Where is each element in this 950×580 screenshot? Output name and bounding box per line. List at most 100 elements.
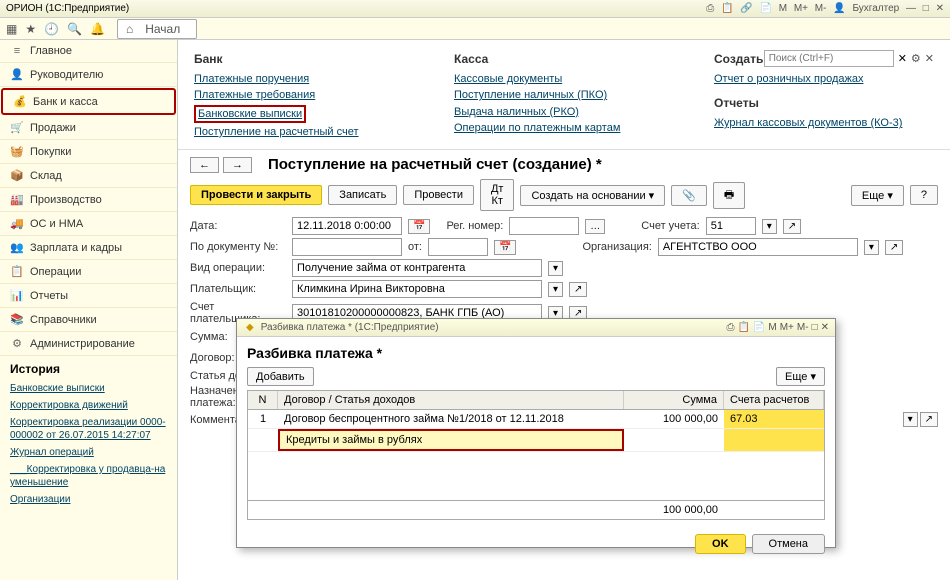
calendar-icon[interactable]: 📅	[408, 219, 430, 234]
sidebar-item[interactable]: 📊Отчеты	[0, 284, 177, 308]
write-button[interactable]: Записать	[328, 185, 397, 205]
maximize-icon[interactable]: □	[923, 3, 929, 14]
apps-icon[interactable]: ▦	[6, 22, 17, 36]
sidebar-item[interactable]: 🏭Производство	[0, 188, 177, 212]
nav-link-statements[interactable]: Банковские выписки	[194, 105, 306, 123]
nav-link[interactable]: Журнал кассовых документов (КО-3)	[714, 116, 934, 130]
close-icon[interactable]: ✕	[821, 322, 829, 333]
icon[interactable]: M+	[794, 3, 808, 14]
sidebar-item[interactable]: 👥Зарплата и кадры	[0, 236, 177, 260]
restore-icon[interactable]: □	[812, 322, 818, 333]
payer-input[interactable]	[292, 280, 542, 298]
sidebar-item[interactable]: ≡Главное	[0, 40, 177, 63]
clear-icon[interactable]: ✕	[898, 52, 907, 65]
nav-link[interactable]: Кассовые документы	[454, 72, 674, 86]
icon[interactable]: M	[779, 3, 787, 14]
calendar-icon[interactable]: 📅	[494, 240, 516, 255]
dots-button[interactable]: …	[585, 219, 605, 234]
dots-button[interactable]: ▾	[864, 240, 879, 255]
sidebar-item-bank[interactable]: 💰Банк и касса	[1, 88, 176, 115]
op-type-input[interactable]	[292, 259, 542, 277]
nav-link[interactable]: Операции по платежным картам	[454, 121, 674, 135]
sidebar-item[interactable]: 📚Справочники	[0, 308, 177, 332]
org-input[interactable]	[658, 238, 858, 256]
open-button[interactable]: ↗	[569, 282, 587, 297]
minimize-icon[interactable]: —	[906, 3, 916, 14]
help-button[interactable]: ?	[910, 185, 938, 205]
icon[interactable]: ⎙	[706, 3, 714, 14]
doc-no-input[interactable]	[292, 238, 402, 256]
reg-input[interactable]	[509, 217, 579, 235]
icon[interactable]: M-	[815, 3, 827, 14]
create-based-button[interactable]: Создать на основании ▾	[520, 185, 665, 206]
print-button[interactable]: 🖶	[713, 182, 745, 209]
icon[interactable]: ⎙	[726, 322, 734, 333]
nav-link[interactable]: Платежные поручения	[194, 72, 414, 86]
icon[interactable]: 🔗	[740, 3, 752, 14]
bell-icon[interactable]: 🔔	[90, 22, 105, 36]
sidebar-item[interactable]: ⚙Администрирование	[0, 332, 177, 356]
col-header[interactable]: Договор / Статья доходов	[278, 391, 624, 409]
add-button[interactable]: Добавить	[247, 367, 314, 386]
sidebar-item[interactable]: 🛒Продажи	[0, 116, 177, 140]
attach-button[interactable]: 📎	[671, 185, 707, 206]
back-button[interactable]: ←	[190, 157, 219, 173]
history-link[interactable]: Корректировка движений	[10, 399, 167, 412]
history-link[interactable]: ___Корректировка у продавца-на уменьшени…	[10, 463, 167, 489]
sidebar-item[interactable]: 🚚ОС и НМА	[0, 212, 177, 236]
icon[interactable]: M+	[780, 322, 794, 333]
account-input[interactable]	[706, 217, 756, 235]
icon[interactable]: 👤	[833, 3, 845, 14]
post-close-button[interactable]: Провести и закрыть	[190, 185, 322, 205]
grid-row[interactable]: Кредиты и займы в рублях	[248, 429, 824, 452]
dots-button[interactable]: ▾	[903, 412, 918, 427]
dots-button[interactable]: ▾	[762, 219, 777, 234]
icon[interactable]: 📋	[721, 3, 733, 14]
from-date-input[interactable]	[428, 238, 488, 256]
search-input[interactable]	[764, 50, 894, 67]
close-icon[interactable]: ✕	[936, 3, 944, 14]
icon[interactable]: 📋	[737, 322, 749, 333]
icon[interactable]: M	[768, 322, 776, 333]
user[interactable]: Бухгалтер	[852, 3, 899, 14]
nav-link[interactable]: Поступление наличных (ПКО)	[454, 88, 674, 102]
history-link[interactable]: Журнал операций	[10, 446, 167, 459]
open-button[interactable]: ↗	[920, 412, 938, 427]
sidebar-item[interactable]: 🧺Покупки	[0, 140, 177, 164]
close-icon[interactable]: ✕	[925, 52, 934, 65]
history-link[interactable]: Организации	[10, 493, 167, 506]
grid-row[interactable]: 1 Договор беспроцентного займа №1/2018 о…	[248, 410, 824, 429]
nav-link[interactable]: Выдача наличных (РКО)	[454, 105, 674, 119]
icon[interactable]: 📄	[759, 3, 771, 14]
date-input[interactable]	[292, 217, 402, 235]
star-icon[interactable]: ★	[25, 22, 36, 36]
sidebar-item[interactable]: 👤Руководителю	[0, 63, 177, 87]
forward-button[interactable]: →	[223, 157, 252, 173]
search-icon[interactable]: 🔍	[67, 22, 82, 36]
nav-link[interactable]: Поступление на расчетный счет	[194, 125, 414, 139]
sidebar-item[interactable]: 📦Склад	[0, 164, 177, 188]
more-button[interactable]: Еще ▾	[776, 367, 825, 386]
history-icon[interactable]: 🕘	[44, 22, 59, 36]
history-link[interactable]: Корректировка реализации 0000-000002 от …	[10, 416, 167, 442]
more-button[interactable]: Еще ▾	[851, 185, 904, 206]
post-button[interactable]: Провести	[403, 185, 474, 205]
open-button[interactable]: ↗	[885, 240, 903, 255]
nav-link[interactable]: Отчет о розничных продажах	[714, 72, 934, 86]
history-link[interactable]: Банковские выписки	[10, 382, 167, 395]
dt-kt-button[interactable]: ДтКт	[480, 179, 515, 211]
col-header[interactable]: Счета расчетов	[724, 391, 824, 409]
col-header[interactable]: Сумма	[624, 391, 724, 409]
icon[interactable]: 📄	[753, 322, 765, 333]
cancel-button[interactable]: Отмена	[752, 534, 825, 554]
nav-link[interactable]: Платежные требования	[194, 88, 414, 102]
home-button[interactable]: ⌂ Начал	[117, 19, 197, 39]
dots-button[interactable]: ▾	[548, 261, 563, 276]
open-button[interactable]: ↗	[783, 219, 801, 234]
icon[interactable]: M-	[797, 322, 809, 333]
sidebar-item[interactable]: 📋Операции	[0, 260, 177, 284]
ok-button[interactable]: OK	[695, 534, 746, 554]
dots-button[interactable]: ▾	[548, 282, 563, 297]
gear-icon[interactable]: ⚙	[911, 52, 921, 65]
col-header[interactable]: N	[248, 391, 278, 409]
